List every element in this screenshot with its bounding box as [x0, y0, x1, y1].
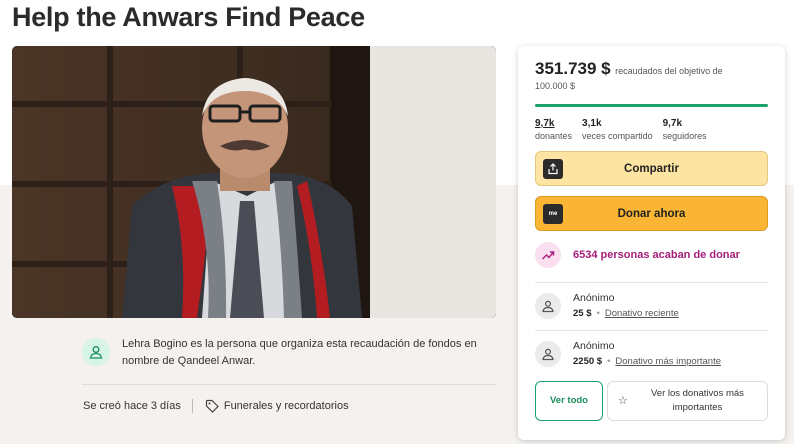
divider	[535, 330, 768, 331]
stat-followers: 9,7k seguidores	[663, 118, 707, 142]
donation-card: 351.739 $ recaudados del objetivo de 100…	[518, 46, 785, 440]
donor-name: Anónimo	[573, 292, 615, 304]
donation-info: Anónimo 25 $ • Donativo reciente	[573, 291, 679, 320]
donation-amount: 25 $	[573, 308, 592, 319]
donation-type-link[interactable]: Donativo reciente	[605, 307, 679, 320]
donation-amount: 2250 $	[573, 356, 603, 367]
donation-details: 2250 $ • Donativo más importante	[573, 355, 721, 368]
donor-avatar-icon	[535, 341, 561, 367]
star-icon: ☆	[618, 395, 628, 407]
campaign-meta: Se creó hace 3 días Funerales y recordat…	[83, 399, 349, 413]
raised-summary: 351.739 $ recaudados del objetivo de 100…	[535, 59, 755, 93]
donation-type-link[interactable]: Donativo más importante	[615, 355, 721, 368]
recent-donations-text: 6534 personas acaban de donar	[573, 249, 740, 261]
donation-item: Anónimo 2250 $ • Donativo más importante	[535, 339, 721, 368]
stat-donors: 9,7k donantes	[535, 118, 572, 142]
progress-fill	[535, 104, 768, 107]
meta-separator	[191, 399, 193, 413]
donation-details: 25 $ • Donativo reciente	[573, 307, 679, 320]
tag-icon	[205, 399, 219, 413]
donate-label: Donar ahora	[617, 207, 686, 220]
share-icon	[543, 158, 563, 179]
donor-name: Anónimo	[573, 340, 615, 352]
donation-item: Anónimo 25 $ • Donativo reciente	[535, 291, 679, 320]
raised-amount: 351.739 $	[535, 59, 611, 78]
stat-value: 9,7k	[662, 118, 683, 129]
created-date: Se creó hace 3 días	[83, 400, 181, 412]
organizer-info: Lehra Bogino es la persona que organiza …	[82, 336, 496, 370]
divider	[82, 384, 496, 385]
stat-value[interactable]: 9,7k	[535, 118, 572, 130]
stat-label: veces compartido	[582, 131, 653, 141]
campaign-title: Help the Anwars Find Peace	[12, 2, 365, 32]
gofundme-logo-icon: me	[543, 203, 563, 224]
stat-shares: 3,1k veces compartido	[582, 118, 653, 142]
organizer-avatar	[82, 338, 110, 366]
category-link[interactable]: Funerales y recordatorios	[224, 400, 349, 412]
campaign-photo	[12, 46, 496, 318]
user-icon	[89, 346, 103, 359]
see-all-button[interactable]: Ver todo	[535, 381, 603, 421]
campaign-stats: 9,7k donantes 3,1k veces compartido 9,7k…	[535, 118, 717, 142]
donate-button[interactable]: me Donar ahora	[535, 196, 768, 231]
recent-donations-banner: 6534 personas acaban de donar	[535, 242, 740, 268]
divider	[535, 282, 768, 283]
stat-value: 3,1k	[582, 118, 602, 129]
organizer-text: Lehra Bogino es la persona que organiza …	[122, 338, 477, 367]
share-label: Compartir	[624, 162, 679, 175]
portrait-image	[12, 46, 496, 318]
see-top-label: Ver los donativos más importantes	[650, 388, 744, 413]
separator-dot: •	[607, 356, 611, 367]
donation-info: Anónimo 2250 $ • Donativo más importante	[573, 339, 721, 368]
donor-avatar-icon	[535, 293, 561, 319]
stat-label: seguidores	[662, 131, 707, 141]
trending-up-icon	[535, 242, 561, 268]
share-button[interactable]: Compartir	[535, 151, 768, 186]
separator-dot: •	[596, 308, 600, 319]
progress-bar	[535, 104, 768, 107]
stat-label: donantes	[535, 131, 573, 141]
see-top-donations-button[interactable]: ☆ Ver los donativos más importantes	[607, 381, 768, 421]
